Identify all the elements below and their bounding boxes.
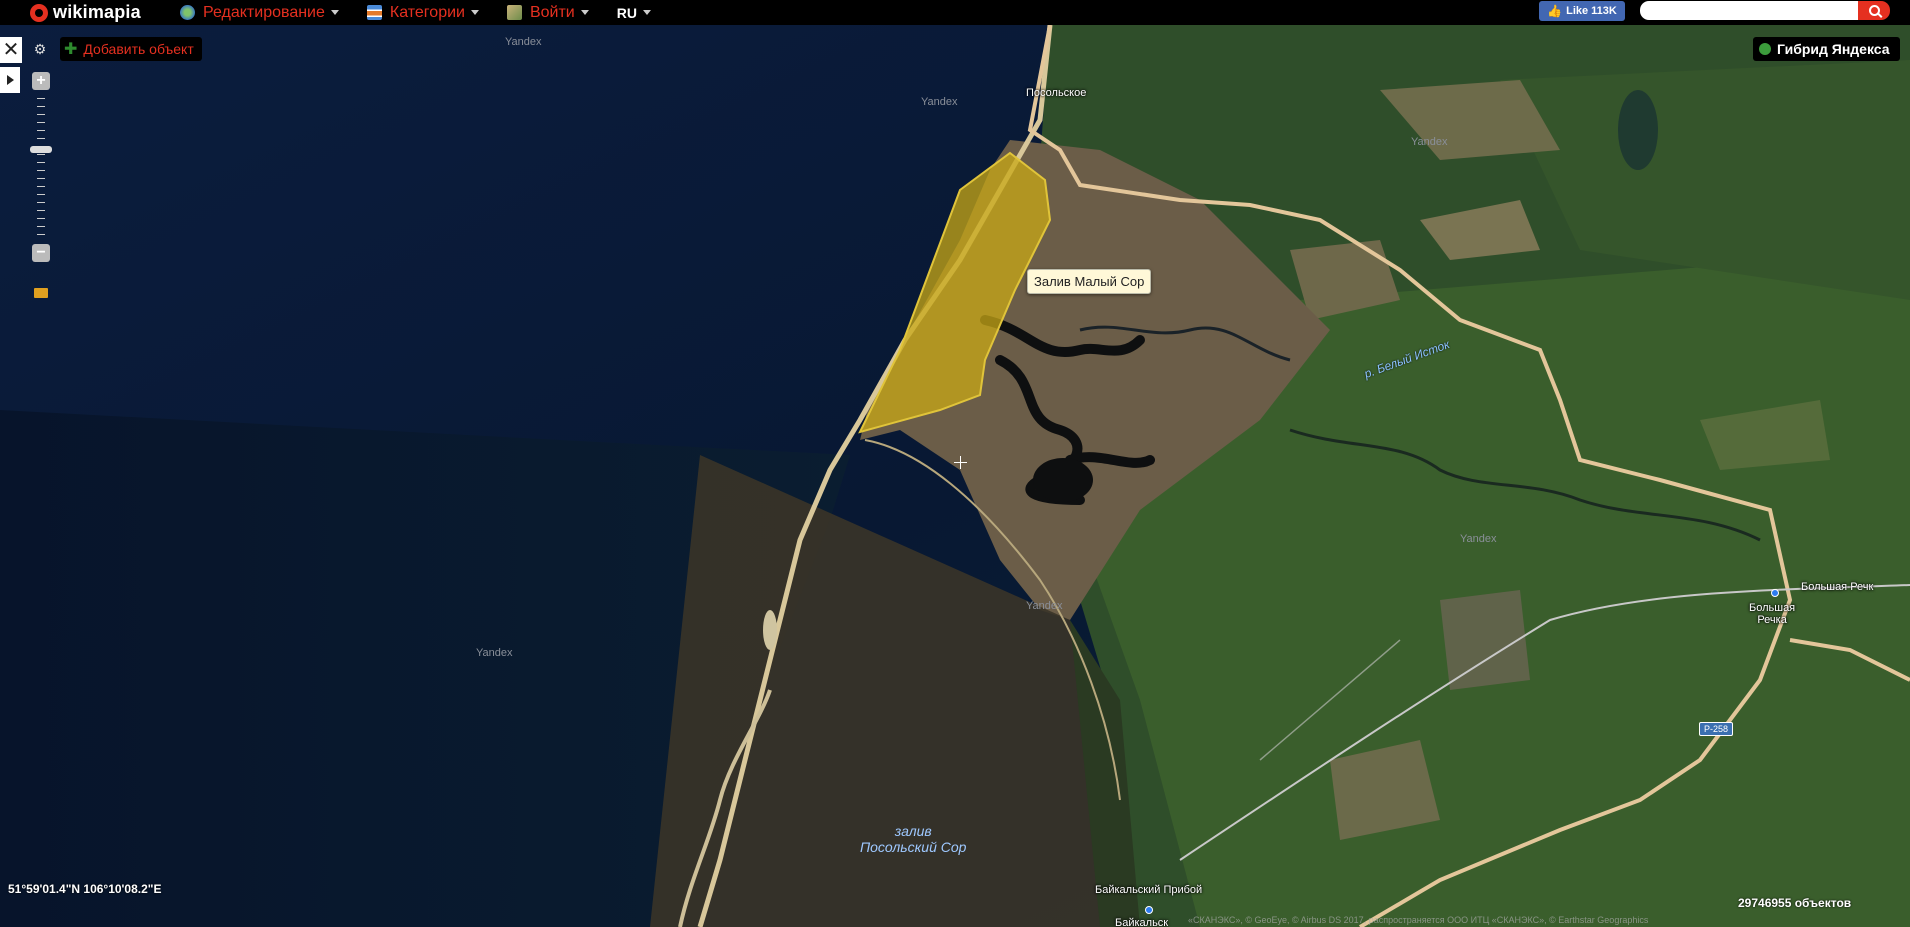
logo-icon bbox=[30, 3, 48, 22]
menu-categories[interactable]: Категории bbox=[366, 3, 479, 22]
close-button[interactable]: ✕ bbox=[0, 37, 22, 63]
place-label-bolshaya-rechka[interactable]: Большая Речка bbox=[1749, 602, 1795, 626]
top-bar: wikimapia Редактирование Категории Войти… bbox=[0, 0, 1910, 25]
crosshair-icon bbox=[954, 456, 967, 469]
login-icon bbox=[506, 5, 522, 20]
gear-icon[interactable]: ⚙ bbox=[30, 39, 50, 59]
add-object-button[interactable]: ✚ Добавить объект bbox=[60, 37, 202, 61]
layer-label: Гибрид Яндекса bbox=[1777, 41, 1890, 57]
add-object-label: Добавить объект bbox=[83, 41, 194, 57]
bay-label: залив Посольский Сор bbox=[860, 823, 967, 855]
search-button[interactable] bbox=[1858, 1, 1890, 20]
object-count: 29746955 объектов bbox=[1738, 896, 1852, 910]
menu-categories-label: Категории bbox=[389, 3, 465, 21]
map-attribution: «СКАНЭКС», © GeoEye, © Airbus DS 2017, р… bbox=[1188, 915, 1649, 925]
language-selector[interactable]: RU bbox=[617, 5, 651, 21]
search-icon bbox=[1868, 5, 1880, 16]
facebook-like-button[interactable]: 👍 Like 113K bbox=[1539, 1, 1625, 21]
yandex-watermark: Yandex bbox=[1026, 600, 1063, 612]
menu-login-label: Войти bbox=[529, 3, 575, 21]
wikimapia-logo[interactable]: wikimapia bbox=[30, 2, 152, 23]
globe-icon bbox=[180, 5, 195, 20]
add-icon: ✚ bbox=[64, 41, 78, 58]
place-label-baikalsky-priboy[interactable]: Байкальский Прибой bbox=[1095, 884, 1202, 896]
map-canvas[interactable]: Yandex Yandex Yandex Yandex Yandex Yande… bbox=[0, 0, 1910, 927]
ruler-icon[interactable] bbox=[34, 288, 48, 298]
yandex-watermark: Yandex bbox=[921, 96, 958, 108]
menu-login[interactable]: Войти bbox=[506, 3, 589, 22]
yandex-watermark: Yandex bbox=[505, 36, 542, 48]
town-marker[interactable] bbox=[1145, 906, 1153, 914]
place-label-baikalsk[interactable]: Байкальск bbox=[1115, 917, 1168, 927]
chevron-down-icon bbox=[330, 10, 339, 15]
yandex-watermark: Yandex bbox=[1460, 533, 1497, 545]
search-input[interactable] bbox=[1640, 1, 1858, 20]
yandex-watermark: Yandex bbox=[476, 647, 513, 659]
expand-panel-button[interactable] bbox=[0, 67, 20, 93]
menu-edit-label: Редактирование bbox=[203, 3, 325, 21]
zoom-slider-handle[interactable] bbox=[30, 146, 52, 153]
coordinates-readout: 51°59'01.4"N 106°10'08.2"E bbox=[8, 882, 162, 896]
layer-icon bbox=[1759, 43, 1771, 55]
zoom-in-button[interactable]: + bbox=[32, 72, 50, 90]
menu-edit[interactable]: Редактирование bbox=[180, 4, 339, 22]
road-badge: Р-258 bbox=[1699, 722, 1734, 736]
place-label-posolskoe[interactable]: Посольское bbox=[1026, 87, 1086, 99]
place-label-bolshaya-rechka-top[interactable]: Большая Речк bbox=[1801, 581, 1873, 593]
yandex-watermark: Yandex bbox=[1411, 136, 1448, 148]
thumbs-up-icon: 👍 bbox=[1547, 4, 1563, 18]
like-count: Like 113K bbox=[1566, 5, 1617, 17]
categories-icon bbox=[366, 5, 382, 20]
zoom-slider-track[interactable] bbox=[32, 94, 50, 240]
town-marker[interactable] bbox=[1771, 589, 1779, 597]
object-tooltip: Залив Малый Сор bbox=[1027, 269, 1152, 294]
chevron-down-icon bbox=[470, 10, 479, 15]
chevron-down-icon bbox=[642, 10, 651, 15]
chevron-down-icon bbox=[580, 10, 589, 15]
zoom-out-button[interactable]: − bbox=[32, 244, 50, 262]
logo-text: wikimapia bbox=[53, 2, 141, 22]
layer-selector-button[interactable]: Гибрид Яндекса bbox=[1753, 37, 1900, 61]
language-label: RU bbox=[616, 4, 637, 21]
